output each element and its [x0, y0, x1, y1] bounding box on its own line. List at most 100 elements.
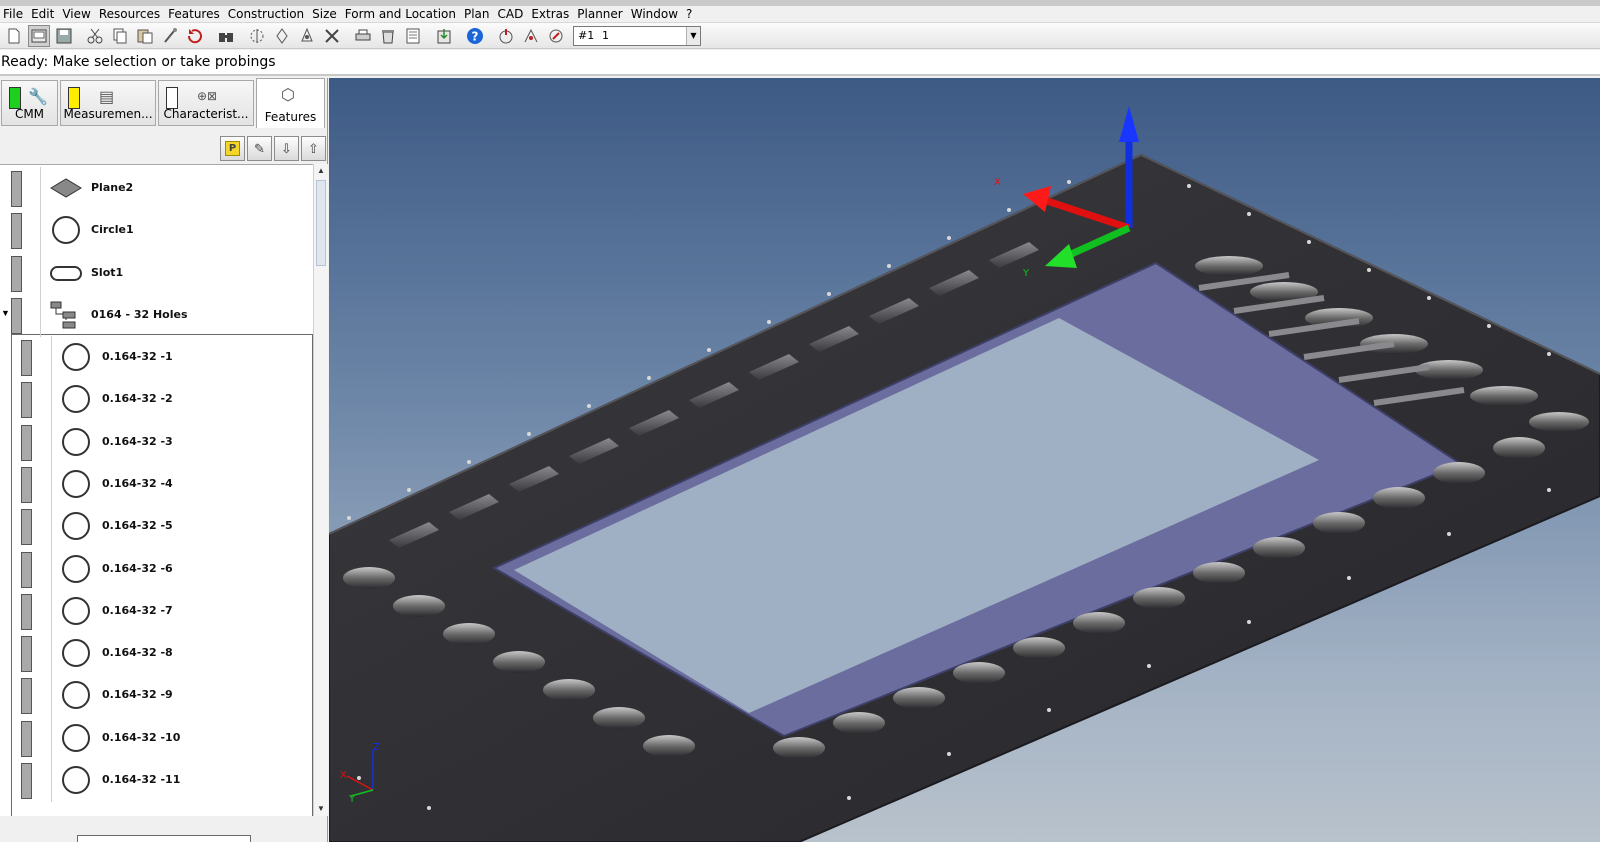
menu-planner[interactable]: Planner	[574, 7, 627, 21]
delete-button[interactable]	[377, 25, 399, 47]
tree-scrollbar[interactable]: ▲ ▼	[313, 164, 328, 816]
menu-window[interactable]: Window	[628, 7, 683, 21]
tree-row[interactable]: 0.164-32 -9	[0, 674, 313, 718]
tree-row[interactable]: 0.164-32 -8	[0, 632, 313, 676]
edit-button[interactable]: ✎	[247, 136, 272, 161]
tree-divider	[40, 167, 41, 210]
cut-button[interactable]	[84, 25, 106, 47]
tree-row[interactable]: 0.164-32 -3	[0, 420, 313, 464]
report-button[interactable]	[402, 25, 424, 47]
tree-row[interactable]: 0.164-32 -4	[0, 462, 313, 506]
tree-divider	[51, 420, 52, 464]
toolbar: ? #1 1 ▼	[0, 22, 1600, 49]
chevron-down-icon[interactable]: ▼	[686, 26, 700, 45]
run-selected-button[interactable]	[520, 25, 542, 47]
feature-status-bar	[21, 636, 32, 673]
menu-file[interactable]: File	[0, 7, 28, 21]
feature-status-bar	[21, 509, 32, 546]
menu-edit[interactable]: Edit	[28, 7, 59, 21]
tab-characteristics[interactable]: ⊕⊠ Characterist...	[158, 80, 254, 126]
tab-cmm[interactable]: 🔧 CMM	[1, 80, 58, 126]
tab-features[interactable]: ⬡ Features	[256, 78, 325, 128]
arrow-down-icon: ⇩	[281, 140, 292, 156]
print-button[interactable]	[352, 25, 374, 47]
cad-viewport[interactable]: X Y Z X Y	[329, 78, 1600, 842]
tree-row[interactable]: 0.164-32 -11	[0, 759, 313, 802]
tab-measurements[interactable]: ▤ Measuremen...	[60, 80, 156, 126]
menu-construction[interactable]: Construction	[225, 7, 309, 21]
measurement-status-swatch	[68, 87, 80, 109]
tree-row[interactable]: 0.164-32 -1	[0, 336, 313, 379]
paste-button[interactable]	[134, 25, 156, 47]
copy-button[interactable]	[109, 25, 131, 47]
bottom-field[interactable]	[77, 835, 251, 842]
status-bar: Ready: Make selection or take probings	[0, 50, 1600, 76]
open-icon	[31, 29, 47, 42]
circle-icon	[59, 680, 93, 710]
menu-plan[interactable]: Plan	[461, 7, 495, 21]
circle-icon	[49, 215, 83, 245]
save-button[interactable]	[53, 25, 75, 47]
planner-button[interactable]: P	[220, 136, 245, 161]
tree-row[interactable]: Circle1	[0, 209, 313, 253]
tree-toolbar: P ✎ ⇩ ⇧	[220, 136, 327, 161]
undo-button[interactable]	[184, 25, 206, 47]
move-down-button[interactable]: ⇩	[274, 136, 299, 161]
tree-row[interactable]: 0.164-32 -10	[0, 716, 313, 760]
menu-view[interactable]: View	[59, 7, 95, 21]
move-up-button[interactable]: ⇧	[301, 136, 326, 161]
tree-row[interactable]: Slot1	[0, 251, 313, 295]
feature-name: Slot1	[91, 265, 124, 279]
menu-features[interactable]: Features	[165, 7, 225, 21]
tree-row[interactable]: Plane2	[0, 167, 313, 210]
menu-cad[interactable]: CAD	[495, 7, 529, 21]
tree-row[interactable]: 0.164-32 -7	[0, 589, 313, 633]
csy-button[interactable]	[296, 25, 318, 47]
menu-size[interactable]: Size	[309, 7, 342, 21]
tree-row[interactable]: 0.164-32 -5	[0, 505, 313, 549]
circle-icon	[59, 384, 93, 414]
svg-text:?: ?	[472, 29, 479, 43]
axis-x-label: X	[994, 177, 1001, 188]
menu-form-and-location[interactable]: Form and Location	[342, 7, 461, 21]
characteristic-status-swatch	[166, 87, 178, 109]
cmm-status-swatch	[9, 87, 21, 109]
measure-button[interactable]	[246, 25, 268, 47]
circle-icon	[59, 596, 93, 626]
group-icon	[49, 300, 83, 330]
fixture-model: X Y Z X Y	[329, 106, 1600, 842]
stop-button[interactable]	[545, 25, 567, 47]
expand-arrow-icon[interactable]: ▼	[1, 308, 10, 318]
menu-extras[interactable]: Extras	[528, 7, 574, 21]
open-button[interactable]	[28, 24, 50, 47]
tree-row[interactable]: 0.164-32 -2	[0, 378, 313, 422]
feature-name: Circle1	[91, 223, 134, 237]
tools-button[interactable]	[321, 25, 343, 47]
feature-status-bar	[11, 213, 22, 250]
tree-row[interactable]: ▼ 0164 - 32 Holes	[0, 293, 313, 337]
probe-button[interactable]	[159, 25, 181, 47]
export-button[interactable]	[433, 25, 455, 47]
plan-select[interactable]: #1 1 ▼	[573, 25, 701, 46]
scroll-thumb[interactable]	[316, 180, 326, 266]
scroll-up-arrow[interactable]: ▲	[314, 164, 328, 178]
feature-name: 0.164-32 -8	[102, 646, 173, 660]
tree-divider	[51, 505, 52, 549]
cut-icon	[87, 28, 103, 43]
tree-divider	[51, 759, 52, 802]
menu-bar: File Edit View Resources Features Constructio…	[0, 6, 1600, 22]
align-button[interactable]	[271, 25, 293, 47]
tree-row[interactable]: 0.164-32 -6	[0, 547, 313, 591]
feature-tree: Plane2 Circle1 Slot1 ▼ 0164 - 32 Holes 0.164-…	[0, 164, 313, 816]
menu-help[interactable]: ?	[683, 7, 697, 21]
pencil-icon: ✎	[254, 140, 265, 156]
feature-status-bar	[21, 466, 32, 503]
help-button[interactable]: ?	[464, 25, 486, 47]
scroll-down-arrow[interactable]: ▼	[314, 802, 328, 816]
find-button[interactable]	[215, 25, 237, 47]
feature-name: 0.164-32 -5	[102, 519, 173, 533]
run-button[interactable]	[495, 25, 517, 47]
new-button[interactable]	[3, 25, 25, 47]
menu-resources[interactable]: Resources	[96, 7, 165, 21]
export-icon	[437, 28, 451, 43]
